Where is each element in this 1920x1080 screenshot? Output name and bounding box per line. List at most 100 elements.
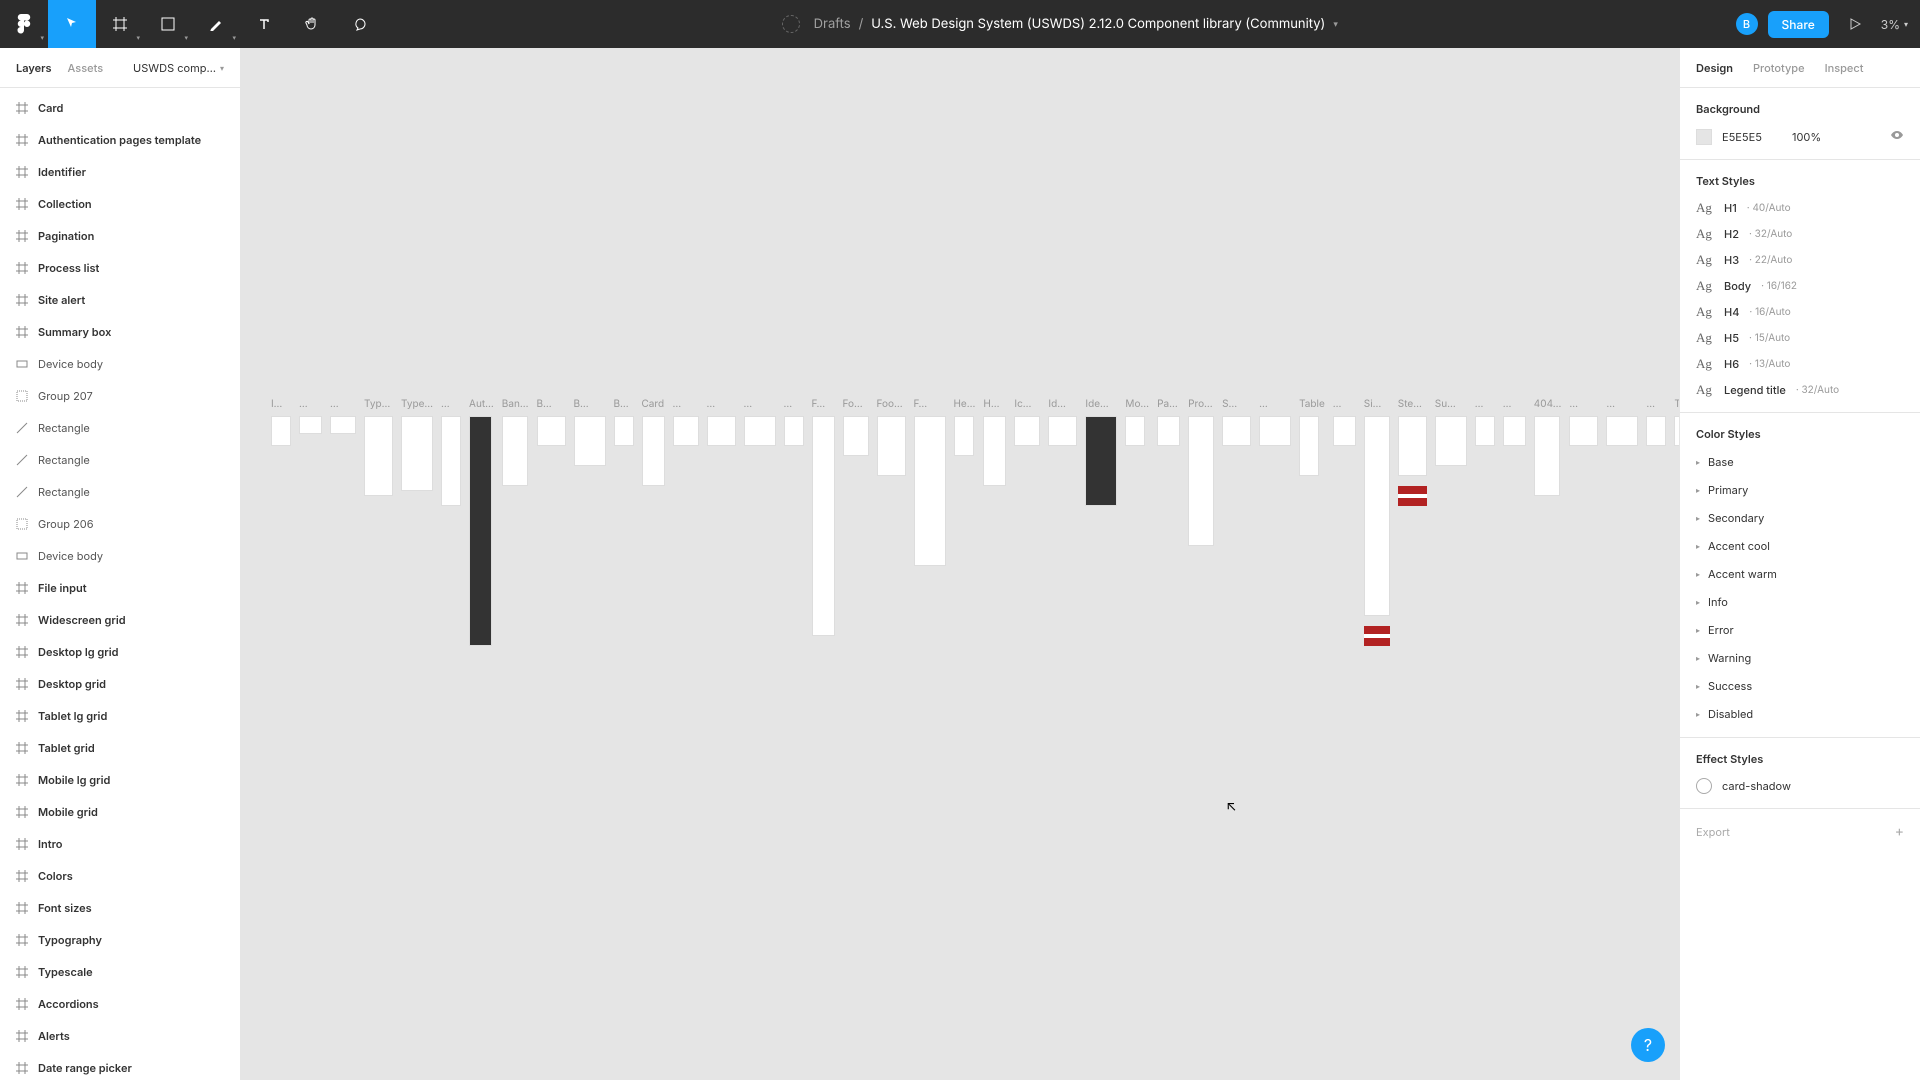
effect-style-item[interactable]: card-shadow <box>1696 778 1904 794</box>
layer-item[interactable]: Typography <box>0 924 240 956</box>
pen-tool-button[interactable]: ▾ <box>192 0 240 48</box>
frame-thumb[interactable] <box>614 416 634 446</box>
frame-thumb[interactable] <box>299 416 322 434</box>
frame-thumb[interactable] <box>1259 416 1291 446</box>
canvas-frame[interactable]: Ic… <box>1014 398 1040 646</box>
text-style-item[interactable]: AgH6 · 13/Auto <box>1696 356 1904 372</box>
canvas-frame[interactable]: Id… <box>1048 398 1077 646</box>
canvas-frame[interactable]: B… <box>537 398 566 646</box>
layer-item[interactable]: Site alert <box>0 284 240 316</box>
canvas-frame[interactable]: Fo… <box>843 398 869 646</box>
frame-thumb[interactable] <box>502 416 528 486</box>
frame-thumb[interactable] <box>1534 416 1560 496</box>
layer-item[interactable]: Alerts <box>0 1020 240 1052</box>
canvas-frame[interactable]: F… <box>812 398 835 646</box>
color-style-item[interactable]: ▸Success <box>1696 677 1904 695</box>
background-swatch[interactable] <box>1696 129 1712 145</box>
layer-item[interactable]: Tablet grid <box>0 732 240 764</box>
layer-item[interactable]: Device body <box>0 540 240 572</box>
frame-thumb[interactable] <box>707 416 736 446</box>
color-style-item[interactable]: ▸Error <box>1696 621 1904 639</box>
layer-item[interactable]: Desktop lg grid <box>0 636 240 668</box>
color-style-item[interactable]: ▸Accent cool <box>1696 537 1904 555</box>
canvas-frame[interactable]: Ban… <box>502 398 529 646</box>
shape-tool-button[interactable]: ▾ <box>144 0 192 48</box>
canvas-frame[interactable]: … <box>1333 398 1356 646</box>
background-hex[interactable]: E5E5E5 <box>1722 130 1782 144</box>
layer-item[interactable]: Collection <box>0 188 240 220</box>
main-menu-button[interactable]: ▾ <box>0 0 48 48</box>
frame-thumb[interactable] <box>537 416 566 446</box>
layer-item[interactable]: Font sizes <box>0 892 240 924</box>
canvas-frame[interactable]: … <box>707 398 736 646</box>
layer-item[interactable]: Process list <box>0 252 240 284</box>
frame-thumb[interactable] <box>1299 416 1319 476</box>
frame-thumb[interactable] <box>364 416 393 496</box>
frame-thumb[interactable] <box>441 416 461 506</box>
canvas-frame[interactable]: … <box>299 398 322 646</box>
frame-thumb[interactable] <box>1569 416 1598 446</box>
layer-item[interactable]: Card <box>0 92 240 124</box>
frame-thumb[interactable] <box>1435 416 1467 466</box>
canvas-frame[interactable]: … <box>1606 398 1638 646</box>
layer-item[interactable]: Desktop grid <box>0 668 240 700</box>
frame-thumb[interactable] <box>914 416 946 566</box>
layer-item[interactable]: Group 207 <box>0 380 240 412</box>
frame-thumb[interactable] <box>673 416 699 446</box>
canvas-frame[interactable]: Card <box>642 398 665 646</box>
frame-thumb[interactable] <box>1222 416 1251 446</box>
layer-item[interactable]: Mobile grid <box>0 796 240 828</box>
tab-assets[interactable]: Assets <box>68 61 104 75</box>
canvas-frame[interactable]: Si… <box>1364 398 1390 646</box>
color-style-item[interactable]: ▸Info <box>1696 593 1904 611</box>
canvas-frame[interactable]: T… <box>1674 398 1679 646</box>
frame-thumb[interactable] <box>330 416 356 434</box>
frame-thumb[interactable] <box>1125 416 1145 446</box>
layer-item[interactable]: Tablet lg grid <box>0 700 240 732</box>
color-style-item[interactable]: ▸Warning <box>1696 649 1904 667</box>
color-style-item[interactable]: ▸Disabled <box>1696 705 1904 723</box>
canvas-frame[interactable]: … <box>1475 398 1495 646</box>
text-style-item[interactable]: AgH1 · 40/Auto <box>1696 200 1904 216</box>
frame-thumb[interactable] <box>401 416 433 491</box>
layer-item[interactable]: Widescreen grid <box>0 604 240 636</box>
help-button[interactable]: ? <box>1631 1028 1665 1062</box>
canvas-frame[interactable]: Typ… <box>364 398 393 646</box>
frame-thumb[interactable] <box>574 416 606 466</box>
layer-item[interactable]: Pagination <box>0 220 240 252</box>
canvas-frame[interactable]: Aut… <box>469 398 494 646</box>
text-style-item[interactable]: AgLegend title · 32/Auto <box>1696 382 1904 398</box>
text-style-item[interactable]: AgH3 · 22/Auto <box>1696 252 1904 268</box>
canvas-frame[interactable]: 404… <box>1534 398 1562 646</box>
layer-item[interactable]: Rectangle <box>0 412 240 444</box>
frame-thumb[interactable] <box>812 416 835 636</box>
layers-list[interactable]: CardAuthentication pages templateIdentif… <box>0 88 240 1080</box>
file-title[interactable]: U.S. Web Design System (USWDS) 2.12.0 Co… <box>871 16 1325 32</box>
color-style-item[interactable]: ▸Secondary <box>1696 509 1904 527</box>
share-button[interactable]: Share <box>1768 11 1829 38</box>
canvas-frame[interactable]: … <box>1646 398 1666 646</box>
canvas-frame[interactable]: … <box>673 398 699 646</box>
canvas-frame[interactable]: S… <box>1222 398 1251 646</box>
frame-thumb[interactable] <box>1048 416 1077 446</box>
tab-design[interactable]: Design <box>1696 61 1733 75</box>
canvas-frame[interactable]: Pro… <box>1188 398 1214 646</box>
frame-thumb[interactable] <box>1398 416 1427 476</box>
canvas-frame[interactable]: B… <box>614 398 634 646</box>
frame-thumb[interactable] <box>1014 416 1040 446</box>
layer-item[interactable]: Accordions <box>0 988 240 1020</box>
add-export-button[interactable]: + <box>1895 823 1904 840</box>
layer-item[interactable]: File input <box>0 572 240 604</box>
text-style-item[interactable]: AgH4 · 16/Auto <box>1696 304 1904 320</box>
layer-item[interactable]: Device body <box>0 348 240 380</box>
canvas-frame[interactable]: … <box>784 398 804 646</box>
canvas-frame[interactable]: … <box>330 398 356 646</box>
canvas-frame[interactable]: Su… <box>1435 398 1467 646</box>
frame-tool-button[interactable]: ▾ <box>96 0 144 48</box>
color-style-item[interactable]: ▸Base <box>1696 453 1904 471</box>
canvas-frame[interactable]: Ste… <box>1398 398 1427 646</box>
layer-item[interactable]: Identifier <box>0 156 240 188</box>
layer-item[interactable]: Authentication pages template <box>0 124 240 156</box>
hand-tool-button[interactable] <box>288 0 336 48</box>
canvas-frame[interactable]: … <box>1569 398 1598 646</box>
